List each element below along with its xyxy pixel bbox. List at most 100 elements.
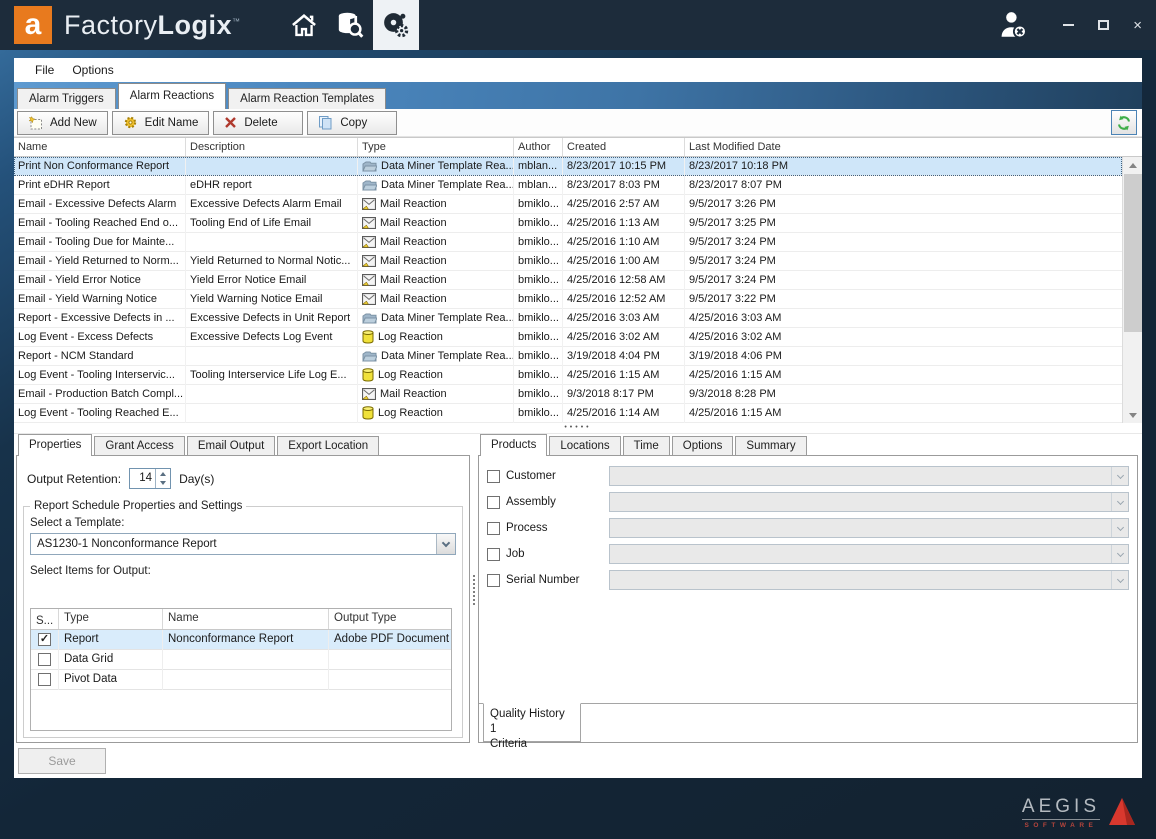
tab-properties[interactable]: Properties [18, 434, 92, 456]
vertical-splitter[interactable] [470, 434, 478, 745]
refresh-button[interactable] [1111, 110, 1137, 135]
table-row[interactable]: Email - Excessive Defects AlarmExcessive… [14, 195, 1122, 214]
tab-quality-history-criteria[interactable]: Quality History 1 Criteria [483, 703, 581, 742]
filter-row: Customer [487, 466, 1129, 486]
home-button[interactable] [281, 0, 327, 50]
menu-options[interactable]: Options [63, 63, 122, 77]
output-item-row[interactable]: Pivot Data [31, 670, 451, 690]
scroll-down-arrow-icon[interactable] [1123, 407, 1143, 423]
horizontal-splitter[interactable]: ••••• [14, 423, 1142, 434]
output-retention-value[interactable]: 14 [130, 469, 155, 488]
maximize-button[interactable] [1098, 20, 1109, 30]
menu-file[interactable]: File [26, 63, 63, 77]
table-row[interactable]: Email - Tooling Due for Mainte...Mail Re… [14, 233, 1122, 252]
checkbox-unchecked-icon[interactable] [38, 673, 51, 686]
dropdown-button[interactable] [1111, 571, 1128, 589]
table-row[interactable]: Email - Yield Error NoticeYield Error No… [14, 271, 1122, 290]
output-item-row[interactable]: Data Grid [31, 650, 451, 670]
copy-button[interactable]: Copy [307, 111, 397, 135]
table-row[interactable]: Log Event - Tooling Reached E...Log Reac… [14, 404, 1122, 423]
tab-alarm-reactions[interactable]: Alarm Reactions [118, 83, 226, 109]
tab-alarm-triggers[interactable]: Alarm Triggers [17, 88, 116, 109]
vertical-scrollbar[interactable] [1122, 157, 1142, 423]
table-row[interactable]: Email - Yield Warning NoticeYield Warnin… [14, 290, 1122, 309]
minimize-button[interactable] [1063, 24, 1074, 26]
tab-products[interactable]: Products [480, 434, 547, 456]
filter-row: Assembly [487, 492, 1129, 512]
checkbox-checked-icon[interactable]: ✓ [38, 633, 51, 646]
cell-description [186, 385, 358, 404]
add-new-button[interactable]: Add New [17, 111, 108, 135]
job-checkbox[interactable] [487, 548, 500, 561]
user-logout-icon[interactable] [997, 9, 1031, 41]
delete-button[interactable]: Delete [213, 111, 303, 135]
tab-alarm-reaction-templates[interactable]: Alarm Reaction Templates [228, 88, 386, 109]
process-checkbox[interactable] [487, 522, 500, 535]
save-button[interactable]: Save [18, 748, 106, 774]
col-author[interactable]: Author [514, 138, 563, 156]
assembly-checkbox[interactable] [487, 496, 500, 509]
edit-name-button[interactable]: Edit Name [112, 111, 210, 135]
table-row[interactable]: Print eDHR ReporteDHR reportData Miner T… [14, 176, 1122, 195]
cell-modified: 4/25/2016 3:02 AM [685, 328, 1122, 347]
cell-author: bmiklo... [514, 271, 563, 290]
dropdown-button[interactable] [1111, 467, 1128, 485]
checkbox-unchecked-icon[interactable] [38, 653, 51, 666]
settings-button[interactable] [373, 0, 419, 50]
cell-author: bmiklo... [514, 195, 563, 214]
tab-options[interactable]: Options [672, 436, 734, 456]
table-row[interactable]: Print Non Conformance ReportData Miner T… [14, 157, 1122, 176]
stepper-down-icon[interactable] [156, 479, 170, 489]
cell-name: Email - Yield Returned to Norm... [14, 252, 186, 271]
scrollbar-thumb[interactable] [1124, 174, 1142, 332]
data-source-button[interactable] [327, 0, 373, 50]
table-row[interactable]: Email - Tooling Reached End o...Tooling … [14, 214, 1122, 233]
table-row[interactable]: Log Event - Tooling Interservic...Toolin… [14, 366, 1122, 385]
tab-email-output[interactable]: Email Output [187, 436, 275, 456]
output-retention-stepper[interactable]: 14 [129, 468, 171, 489]
cell-created: 4/25/2016 3:02 AM [563, 328, 685, 347]
tab-summary[interactable]: Summary [735, 436, 806, 456]
type-label: Mail Reaction [380, 290, 447, 308]
cell-description: Excessive Defects in Unit Report [186, 309, 358, 328]
tab-time[interactable]: Time [623, 436, 670, 456]
table-row[interactable]: Email - Yield Returned to Norm...Yield R… [14, 252, 1122, 271]
dropdown-button[interactable] [1111, 545, 1128, 563]
template-select[interactable]: AS1230-1 Nonconformance Report [30, 533, 456, 555]
ocol-selected[interactable]: S... [31, 609, 59, 629]
tab-grant-access[interactable]: Grant Access [94, 436, 184, 456]
close-button[interactable]: × [1133, 18, 1142, 33]
template-dropdown-button[interactable] [436, 534, 455, 554]
cell-description [186, 157, 358, 176]
output-item-row[interactable]: ✓ReportNonconformance ReportAdobe PDF Do… [31, 630, 451, 650]
dropdown-button[interactable] [1111, 519, 1128, 537]
dropdown-button[interactable] [1111, 493, 1128, 511]
ocol-type[interactable]: Type [59, 609, 163, 629]
col-type[interactable]: Type [358, 138, 514, 156]
col-created[interactable]: Created [563, 138, 685, 156]
customer-select[interactable] [609, 466, 1129, 486]
serial-number-select[interactable] [609, 570, 1129, 590]
filter-label: Assembly [506, 496, 556, 508]
ocol-output-type[interactable]: Output Type [329, 609, 451, 629]
ocol-name[interactable]: Name [163, 609, 329, 629]
table-row[interactable]: Email - Production Batch Compl...Mail Re… [14, 385, 1122, 404]
scroll-up-arrow-icon[interactable] [1123, 157, 1143, 173]
table-row[interactable]: Report - Excessive Defects in ...Excessi… [14, 309, 1122, 328]
tab-locations[interactable]: Locations [549, 436, 620, 456]
col-last-modified[interactable]: Last Modified Date [685, 138, 1142, 156]
customer-checkbox[interactable] [487, 470, 500, 483]
col-description[interactable]: Description [186, 138, 358, 156]
process-select[interactable] [609, 518, 1129, 538]
tab-export-location[interactable]: Export Location [277, 436, 379, 456]
stepper-up-icon[interactable] [156, 469, 170, 479]
job-select[interactable] [609, 544, 1129, 564]
table-row[interactable]: Log Event - Excess DefectsExcessive Defe… [14, 328, 1122, 347]
brand-logix: Logix [158, 10, 233, 40]
serial-number-checkbox[interactable] [487, 574, 500, 587]
assembly-select[interactable] [609, 492, 1129, 512]
col-name[interactable]: Name [14, 138, 186, 156]
table-row[interactable]: Report - NCM StandardData Miner Template… [14, 347, 1122, 366]
output-retention-label: Output Retention: [27, 472, 121, 486]
cell-created: 4/25/2016 1:00 AM [563, 252, 685, 271]
